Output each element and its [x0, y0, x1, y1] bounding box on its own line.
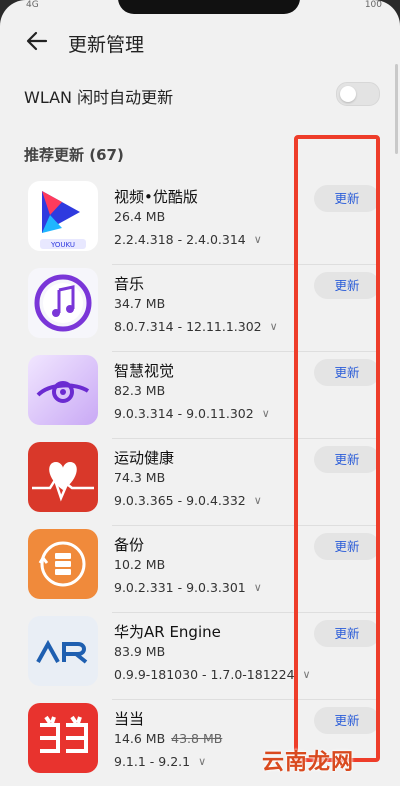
app-version-row[interactable]: 9.1.1 - 9.2.1 ∨: [114, 754, 206, 769]
app-name: 备份: [114, 536, 145, 554]
backup-icon: [28, 529, 98, 599]
app-size: 83.9 MB: [114, 644, 166, 659]
phone-screen: 4G 100 更新管理 WLAN 闲时自动更新 推荐更新 (67) YOUKU: [0, 0, 400, 786]
app-version-row[interactable]: 2.2.4.318 - 2.4.0.314 ∨: [114, 232, 262, 247]
chevron-down-icon[interactable]: ∨: [254, 581, 262, 594]
app-name: 运动健康: [114, 449, 175, 467]
app-size: 34.7 MB: [114, 296, 166, 311]
camera-notch: [118, 0, 300, 14]
wlan-auto-update-row[interactable]: WLAN 闲时自动更新: [0, 74, 400, 114]
app-name: 音乐: [114, 275, 145, 293]
app-version-row[interactable]: 8.0.7.314 - 12.11.1.302 ∨: [114, 319, 278, 334]
app-name: 华为AR Engine: [114, 623, 221, 641]
dangdang-icon: [28, 703, 98, 773]
app-name: 当当: [114, 710, 145, 728]
chevron-down-icon[interactable]: ∨: [254, 494, 262, 507]
app-version: 8.0.7.314 - 12.11.1.302: [114, 319, 262, 334]
app-size: 26.4 MB: [114, 209, 166, 224]
app-size-row: 14.6 MB 43.8 MB: [114, 731, 222, 746]
app-header: 更新管理: [0, 22, 400, 62]
ar-icon: [28, 616, 98, 686]
status-signal: 4G: [26, 0, 39, 10]
chevron-down-icon[interactable]: ∨: [254, 233, 262, 246]
chevron-down-icon[interactable]: ∨: [198, 755, 206, 768]
music-icon: [28, 268, 98, 338]
app-version-row[interactable]: 9.0.3.365 - 9.0.4.332 ∨: [114, 493, 262, 508]
vision-icon: [28, 355, 98, 425]
app-size: 14.6 MB: [114, 731, 166, 746]
chevron-down-icon[interactable]: ∨: [270, 320, 278, 333]
app-size: 82.3 MB: [114, 383, 166, 398]
app-size: 10.2 MB: [114, 557, 166, 572]
health-icon: [28, 442, 98, 512]
app-version-row[interactable]: 9.0.3.314 - 9.0.11.302 ∨: [114, 406, 270, 421]
page-title: 更新管理: [68, 34, 145, 56]
wlan-auto-update-label: WLAN 闲时自动更新: [24, 88, 174, 107]
svg-text:YOUKU: YOUKU: [50, 241, 75, 249]
chevron-down-icon[interactable]: ∨: [262, 407, 270, 420]
back-arrow-icon: [26, 31, 48, 51]
app-version: 9.0.2.331 - 9.0.3.301: [114, 580, 246, 595]
app-size: 74.3 MB: [114, 470, 166, 485]
watermark: 云南龙网: [262, 750, 355, 775]
app-size-old: 43.8 MB: [171, 731, 223, 746]
app-name: 智慧视觉: [114, 362, 175, 380]
app-version: 9.0.3.365 - 9.0.4.332: [114, 493, 246, 508]
section-title: 推荐更新 (67): [24, 146, 124, 164]
status-battery: 100: [364, 0, 382, 10]
app-version: 0.9.9-181030 - 1.7.0-181224: [114, 667, 295, 682]
wlan-auto-update-toggle[interactable]: [336, 82, 380, 106]
app-version: 9.1.1 - 9.2.1: [114, 754, 191, 769]
app-version-row[interactable]: 0.9.9-181030 - 1.7.0-181224 ∨: [114, 667, 311, 682]
youku-icon: YOUKU: [28, 181, 98, 251]
app-version-row[interactable]: 9.0.2.331 - 9.0.3.301 ∨: [114, 580, 262, 595]
app-version: 9.0.3.314 - 9.0.11.302: [114, 406, 254, 421]
app-name: 视频•优酷版: [114, 188, 198, 206]
highlight-box: [294, 135, 380, 762]
app-version: 2.2.4.318 - 2.4.0.314: [114, 232, 246, 247]
back-button[interactable]: [22, 26, 52, 56]
